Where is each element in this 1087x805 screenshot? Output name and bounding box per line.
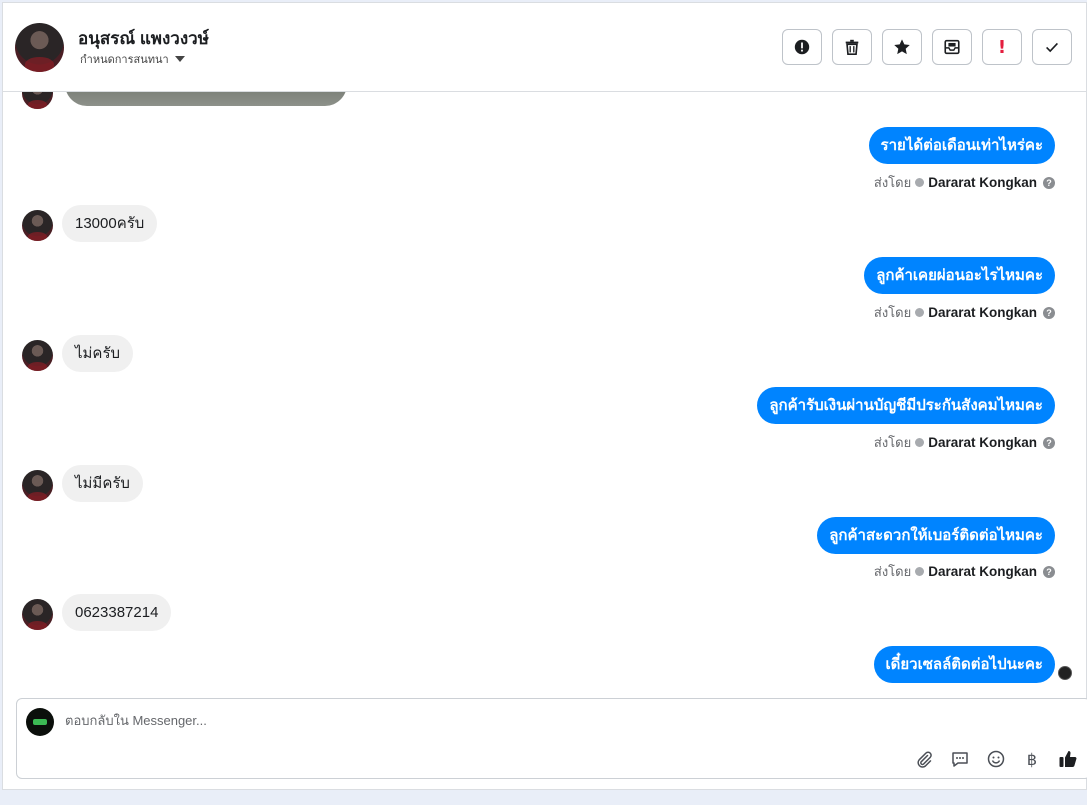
- move-to-inbox-button[interactable]: [932, 29, 972, 65]
- reply-composer: ฿: [16, 698, 1087, 779]
- outgoing-message[interactable]: ลูกค้ารับเงินผ่านบัญชีมีประกันสังคมไหมคะ: [757, 387, 1055, 424]
- mark-done-button[interactable]: [1032, 29, 1072, 65]
- reply-input[interactable]: [65, 713, 865, 728]
- page-avatar: [26, 708, 54, 736]
- help-icon[interactable]: ?: [1043, 436, 1055, 449]
- incoming-message[interactable]: 13000ครับ: [62, 205, 158, 242]
- sender-name[interactable]: Dararat Kongkan: [928, 435, 1037, 450]
- outgoing-message[interactable]: ลูกค้าสะดวกให้เบอร์ติดต่อไหมคะ: [817, 517, 1055, 554]
- incoming-message[interactable]: ไม่มีครับ: [62, 465, 143, 502]
- sender-name[interactable]: Dararat Kongkan: [928, 305, 1037, 320]
- sent-by-label: ส่งโดย Dararat Kongkan ?: [874, 172, 1055, 193]
- outgoing-message[interactable]: รายได้ต่อเดือนเท่าไหร่คะ: [868, 127, 1055, 164]
- sent-by-label: ส่งโดย Dararat Kongkan ?: [874, 561, 1055, 582]
- help-icon[interactable]: ?: [1043, 176, 1055, 189]
- incoming-message[interactable]: 0623387214: [62, 594, 172, 631]
- outgoing-message[interactable]: เดี๋ยวเซลล์ติดต่อไปนะคะ: [873, 646, 1055, 683]
- saved-replies-icon[interactable]: [950, 749, 970, 769]
- exclamation-icon: !: [997, 36, 1007, 58]
- message-list[interactable]: รายได้ต่อเดือนเท่าไหร่คะ ส่งโดย Dararat …: [3, 92, 1086, 697]
- conversation-panel: อนุสรณ์ แพงวงวษ์ กำหนดการสนทนา ! รายได้ต…: [2, 2, 1087, 790]
- outgoing-message[interactable]: ลูกค้าเคยผ่อนอะไรไหมคะ: [864, 257, 1055, 294]
- delete-button[interactable]: [832, 29, 872, 65]
- star-icon: [894, 39, 910, 55]
- trash-icon: [845, 39, 859, 56]
- help-icon[interactable]: ?: [1043, 306, 1055, 319]
- inbox-icon: [944, 39, 960, 55]
- sender-name[interactable]: Dararat Kongkan: [928, 564, 1037, 579]
- incoming-message[interactable]: ไม่ครับ: [62, 335, 134, 372]
- assign-conversation-dropdown[interactable]: กำหนดการสนทนา: [80, 50, 185, 68]
- sender-avatar: [22, 599, 53, 630]
- baht-icon[interactable]: ฿: [1022, 749, 1042, 769]
- sender-avatar: [22, 340, 53, 371]
- image-attachment[interactable]: [65, 92, 347, 106]
- checkmark-icon: [1046, 42, 1058, 53]
- sender-avatar: [22, 92, 53, 109]
- mark-important-button[interactable]: !: [982, 29, 1022, 65]
- exclamation-circle-icon: [794, 39, 810, 55]
- assign-conversation-label: กำหนดการสนทนา: [80, 54, 169, 66]
- sender-avatar: [22, 470, 53, 501]
- report-spam-button[interactable]: [782, 29, 822, 65]
- sent-by-label: ส่งโดย Dararat Kongkan ?: [874, 302, 1055, 323]
- sent-by-label: ส่งโดย Dararat Kongkan ?: [874, 432, 1055, 453]
- sender-name[interactable]: Dararat Kongkan: [928, 175, 1037, 190]
- check-badge-icon: [915, 567, 925, 576]
- sender-avatar: [22, 210, 53, 241]
- contact-name[interactable]: อนุสรณ์ แพงวงวษ์: [78, 25, 209, 52]
- conversation-header: อนุสรณ์ แพงวงวษ์ กำหนดการสนทนา !: [3, 3, 1086, 92]
- help-icon[interactable]: ?: [1043, 565, 1055, 578]
- emoji-icon[interactable]: [986, 749, 1006, 769]
- seen-avatar-icon: [1058, 666, 1072, 680]
- thumbs-up-icon[interactable]: [1058, 749, 1078, 769]
- header-actions: !: [782, 29, 1072, 65]
- contact-avatar[interactable]: [15, 23, 64, 72]
- check-badge-icon: [915, 438, 925, 447]
- check-badge-icon: [915, 178, 925, 187]
- caret-down-icon: [174, 56, 185, 62]
- check-badge-icon: [915, 308, 925, 317]
- star-button[interactable]: [882, 29, 922, 65]
- paperclip-icon[interactable]: [914, 749, 934, 769]
- composer-tools: ฿: [914, 749, 1078, 769]
